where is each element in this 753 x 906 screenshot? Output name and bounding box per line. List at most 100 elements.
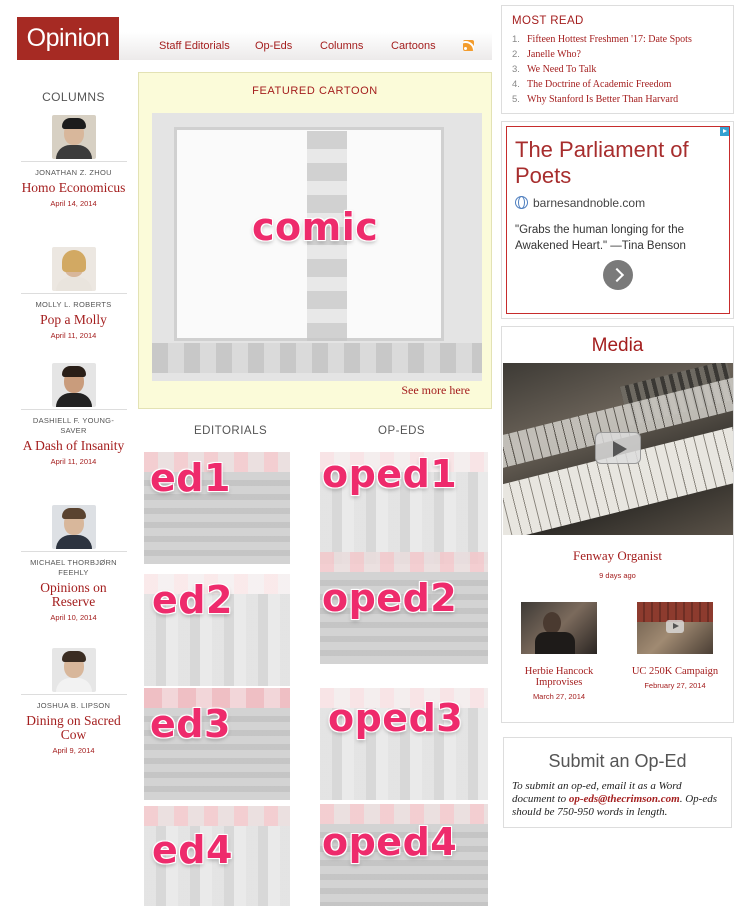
comic-label: comic: [252, 205, 379, 249]
column-entry: JOSHUA B. LIPSON Dining on Sacred Cow Ap…: [17, 648, 130, 755]
oped-item[interactable]: oped1: [320, 452, 488, 564]
most-read-title[interactable]: Fifteen Hottest Freshmen '17: Date Spots: [527, 34, 692, 45]
media-main-title[interactable]: Fenway Organist: [502, 548, 733, 564]
editorial-label: ed4: [152, 828, 233, 872]
avatar[interactable]: [51, 648, 96, 692]
see-more-link[interactable]: See more here: [401, 383, 470, 398]
column-title[interactable]: Opinions on Reserve: [17, 581, 130, 609]
featured-cartoon-box: FEATURED CARTOON comic See more here: [138, 72, 492, 409]
most-read-title[interactable]: The Doctrine of Academic Freedom: [527, 79, 671, 90]
column-date: April 9, 2014: [52, 746, 95, 755]
column-entry: DASHIELL F. YOUNG-SAVER A Dash of Insani…: [17, 363, 130, 466]
column-author: MOLLY L. ROBERTS: [35, 300, 112, 309]
media-main-date: 9 days ago: [599, 571, 636, 580]
submit-oped-heading: Submit an Op-Ed: [548, 751, 687, 771]
column-title[interactable]: Pop a Molly: [17, 313, 130, 327]
submit-email-link[interactable]: op-eds@thecrimson.com: [569, 793, 680, 805]
most-read-item[interactable]: 5. Why Stanford Is Better Than Harvard: [512, 94, 678, 105]
column-author: JOSHUA B. LIPSON: [36, 701, 111, 710]
avatar[interactable]: [51, 247, 96, 291]
featured-cartoon-image[interactable]: comic: [152, 113, 482, 381]
media-thumbnail[interactable]: [637, 602, 713, 654]
column-date: April 14, 2014: [50, 199, 97, 208]
column-title[interactable]: Homo Economicus: [17, 181, 130, 195]
most-read-item[interactable]: 2. Janelle Who?: [512, 49, 581, 60]
ad-quote: "Grabs the human longing for the Awakene…: [515, 224, 686, 252]
ad-domain[interactable]: barnesandnoble.com: [533, 196, 645, 210]
column-author: DASHIELL F. YOUNG-SAVER: [32, 416, 115, 435]
featured-cartoon-heading: FEATURED CARTOON: [252, 85, 378, 97]
most-read-number: 2.: [512, 49, 520, 60]
editorial-label: ed1: [150, 456, 231, 500]
columns-heading: COLUMNS: [42, 90, 105, 104]
media-box: Media Fenway Organist 9 days ago Herbie …: [501, 326, 734, 723]
nav-cartoons[interactable]: Cartoons: [391, 40, 436, 52]
rss-icon[interactable]: [463, 40, 474, 51]
most-read-title[interactable]: Janelle Who?: [527, 49, 581, 60]
column-entry: MICHAEL THORBJØRN FEEHLY Opinions on Res…: [17, 505, 130, 622]
editorials-list: ed1 ed2 ed3 ed4: [144, 452, 290, 906]
media-item: UC 250K Campaign February 27, 2014: [625, 602, 725, 690]
divider: [20, 694, 127, 695]
opinion-section-title[interactable]: Opinion: [17, 17, 119, 60]
globe-icon: [515, 196, 528, 209]
column-title[interactable]: A Dash of Insanity: [17, 439, 130, 453]
media-item: Herbie Hancock Improvises March 27, 2014: [509, 602, 609, 701]
chevron-right-icon[interactable]: [603, 260, 633, 290]
most-read-number: 4.: [512, 79, 520, 90]
editorial-label: ed3: [150, 702, 231, 746]
nav-columns[interactable]: Columns: [320, 40, 363, 52]
submit-oped-text: To submit an op-ed, email it as a Word d…: [512, 780, 727, 819]
column-date: April 11, 2014: [50, 457, 97, 466]
media-video[interactable]: [503, 363, 733, 535]
most-read-title[interactable]: We Need To Talk: [527, 64, 596, 75]
column-title[interactable]: Dining on Sacred Cow: [17, 714, 130, 742]
ad-title[interactable]: The Parliament of Poets: [515, 137, 725, 189]
most-read-box: MOST READ 1. Fifteen Hottest Freshmen '17…: [501, 5, 734, 114]
most-read-number: 3.: [512, 64, 520, 75]
oped-label: oped3: [328, 696, 464, 740]
editorial-label: ed2: [152, 578, 233, 622]
most-read-title[interactable]: Why Stanford Is Better Than Harvard: [527, 94, 678, 105]
media-thumbnail[interactable]: [521, 602, 597, 654]
ad-choices-icon[interactable]: [720, 127, 729, 136]
nav-staff-editorials[interactable]: Staff Editorials: [159, 40, 230, 52]
media-item-title[interactable]: Herbie Hancock Improvises: [509, 666, 609, 688]
oped-item[interactable]: oped3: [320, 688, 488, 800]
most-read-number: 1.: [512, 34, 520, 45]
ad-box: The Parliament of Poets barnesandnoble.c…: [501, 121, 734, 319]
media-heading: Media: [591, 335, 644, 356]
most-read-item[interactable]: 4. The Doctrine of Academic Freedom: [512, 79, 671, 90]
editorial-item[interactable]: ed1: [144, 452, 290, 564]
oped-label: oped2: [322, 576, 458, 620]
nav-op-eds[interactable]: Op-Eds: [255, 40, 292, 52]
ad-banner[interactable]: The Parliament of Poets barnesandnoble.c…: [506, 126, 730, 314]
media-item-title[interactable]: UC 250K Campaign: [625, 666, 725, 677]
opeds-list: oped1 oped2 oped3 oped4: [320, 452, 488, 906]
column-date: April 11, 2014: [50, 331, 97, 340]
oped-label: oped1: [322, 452, 458, 496]
submit-oped-box: Submit an Op-Ed To submit an op-ed, emai…: [503, 737, 732, 828]
avatar[interactable]: [51, 115, 96, 159]
oped-label: oped4: [322, 820, 458, 864]
media-item-date: March 27, 2014: [532, 692, 586, 701]
editorial-item[interactable]: ed3: [144, 688, 290, 800]
avatar[interactable]: [51, 363, 96, 407]
column-author: JONATHAN Z. ZHOU: [35, 168, 112, 177]
oped-item[interactable]: oped2: [320, 552, 488, 664]
editorial-item[interactable]: ed4: [144, 806, 290, 906]
most-read-item[interactable]: 1. Fifteen Hottest Freshmen '17: Date Spo…: [512, 34, 692, 45]
column-author: MICHAEL THORBJØRN FEEHLY: [30, 558, 117, 577]
opeds-heading: OP-EDS: [378, 425, 426, 437]
most-read-item[interactable]: 3. We Need To Talk: [512, 64, 596, 75]
play-icon[interactable]: [666, 620, 684, 633]
divider: [20, 293, 127, 294]
play-icon[interactable]: [595, 432, 641, 464]
oped-item[interactable]: oped4: [320, 804, 488, 906]
most-read-number: 5.: [512, 94, 520, 105]
column-date: April 10, 2014: [50, 613, 97, 622]
divider: [20, 161, 127, 162]
media-item-date: February 27, 2014: [644, 681, 706, 690]
avatar[interactable]: [51, 505, 96, 549]
editorial-item[interactable]: ed2: [144, 574, 290, 686]
